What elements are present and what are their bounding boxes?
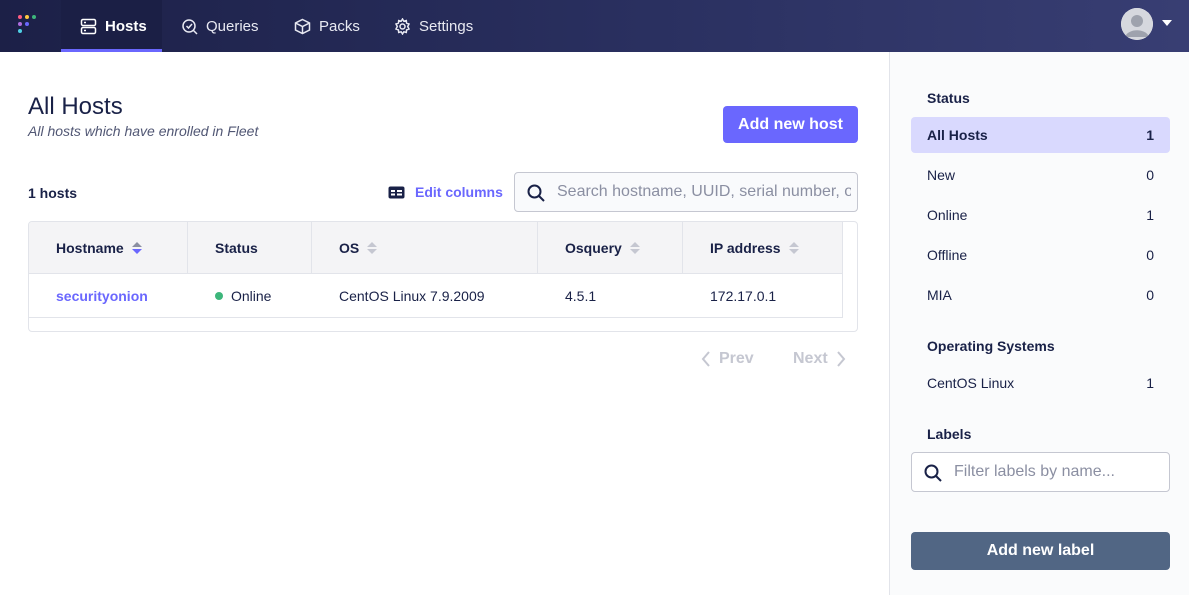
packs-icon xyxy=(294,18,311,34)
table-row[interactable]: securityonion Online CentOS Linux 7.9.20… xyxy=(29,274,843,318)
nav-hosts[interactable]: Hosts xyxy=(61,0,162,52)
operating-systems-heading: Operating Systems xyxy=(927,338,1055,354)
status-filter-label: Online xyxy=(927,207,968,223)
host-link[interactable]: securityonion xyxy=(29,274,148,318)
chevron-right-icon xyxy=(836,351,846,367)
sort-icon xyxy=(629,242,640,254)
fleet-logo-icon[interactable] xyxy=(18,15,38,37)
sort-icon xyxy=(788,242,799,254)
column-header-label: Hostname xyxy=(56,240,124,256)
column-header-label: OS xyxy=(339,240,360,256)
status-filter-count: 1 xyxy=(1146,127,1154,143)
os-filter-count: 1 xyxy=(1146,375,1154,391)
nav-queries-label: Queries xyxy=(206,17,259,35)
edit-columns-button[interactable]: Edit columns xyxy=(388,184,503,200)
user-menu-chevron-down-icon[interactable] xyxy=(1162,20,1172,26)
user-avatar-icon xyxy=(1121,8,1153,40)
search-icon xyxy=(527,184,545,202)
status-filter-count: 0 xyxy=(1146,247,1154,263)
page-title: All Hosts xyxy=(28,93,123,120)
filter-sidebar: Status All Hosts 1 New 0 Online 1 Offlin… xyxy=(889,52,1189,595)
host-os: CentOS Linux 7.9.2009 xyxy=(339,288,485,304)
nav-packs-label: Packs xyxy=(319,17,360,35)
host-osquery-version: 4.5.1 xyxy=(565,288,597,304)
status-heading: Status xyxy=(927,90,970,106)
add-new-host-button[interactable]: Add new host xyxy=(723,106,858,143)
nav-hosts-label: Hosts xyxy=(105,17,147,35)
status-filter-label: New xyxy=(927,167,956,183)
prev-page-button[interactable]: Prev xyxy=(701,350,754,368)
column-header-os[interactable]: OS xyxy=(312,222,538,274)
page-subtitle: All hosts which have enrolled in Fleet xyxy=(28,123,259,139)
status-filter-online[interactable]: Online 1 xyxy=(911,197,1170,233)
status-filter-offline[interactable]: Offline 0 xyxy=(911,237,1170,273)
host-status: Online xyxy=(188,274,271,318)
queries-icon xyxy=(182,18,198,35)
next-page-label: Next xyxy=(793,350,828,367)
host-search-box xyxy=(514,172,858,212)
label-filter-input[interactable] xyxy=(954,453,1164,491)
status-filter-count: 1 xyxy=(1146,207,1154,223)
status-filter-label: MIA xyxy=(927,287,952,303)
top-navigation: Hosts Queries Packs Settings xyxy=(0,0,1189,52)
host-status-label: Online xyxy=(231,288,272,304)
column-header-status: Status xyxy=(188,222,312,274)
status-filter-mia[interactable]: MIA 0 xyxy=(911,277,1170,313)
status-filter-new[interactable]: New 0 xyxy=(911,157,1170,193)
search-icon xyxy=(924,464,942,482)
os-filter-label: CentOS Linux xyxy=(927,375,1015,391)
column-header-ip-address[interactable]: IP address xyxy=(683,222,843,274)
column-header-hostname[interactable]: Hostname xyxy=(29,222,188,274)
os-filter-centos-linux[interactable]: CentOS Linux 1 xyxy=(911,365,1170,401)
status-filter-label: All Hosts xyxy=(927,127,988,143)
host-ip-address: 172.17.0.1 xyxy=(710,288,777,304)
table-header: Hostname Status OS Osquery IP address xyxy=(29,222,843,274)
nav-settings[interactable]: Settings xyxy=(394,0,473,52)
status-filter-count: 0 xyxy=(1146,167,1154,183)
settings-icon xyxy=(394,17,411,35)
status-filter-count: 0 xyxy=(1146,287,1154,303)
sort-icon xyxy=(367,242,378,254)
edit-columns-label: Edit columns xyxy=(415,184,503,200)
status-filter-label: Offline xyxy=(927,247,968,263)
nav-queries[interactable]: Queries xyxy=(181,0,259,52)
next-page-button[interactable]: Next xyxy=(793,350,846,368)
label-filter-box xyxy=(911,452,1170,492)
hosts-table: Hostname Status OS Osquery IP address se… xyxy=(28,221,858,332)
prev-page-label: Prev xyxy=(719,350,754,367)
column-header-label: Status xyxy=(215,240,258,256)
column-header-label: Osquery xyxy=(565,240,622,256)
hosts-icon xyxy=(80,18,97,34)
online-status-dot-icon xyxy=(215,292,223,300)
column-header-osquery[interactable]: Osquery xyxy=(538,222,683,274)
labels-heading: Labels xyxy=(927,426,972,442)
chevron-left-icon xyxy=(701,351,710,367)
nav-packs[interactable]: Packs xyxy=(294,0,360,52)
user-avatar[interactable] xyxy=(1121,8,1153,40)
status-filter-all-hosts[interactable]: All Hosts 1 xyxy=(911,117,1170,153)
columns-icon xyxy=(388,186,405,198)
column-header-label: IP address xyxy=(710,240,781,256)
host-count: 1 hosts xyxy=(28,185,78,201)
host-search-input[interactable] xyxy=(557,173,851,211)
nav-settings-label: Settings xyxy=(419,17,474,35)
sort-icon xyxy=(131,242,142,254)
add-new-label-button[interactable]: Add new label xyxy=(911,532,1170,570)
